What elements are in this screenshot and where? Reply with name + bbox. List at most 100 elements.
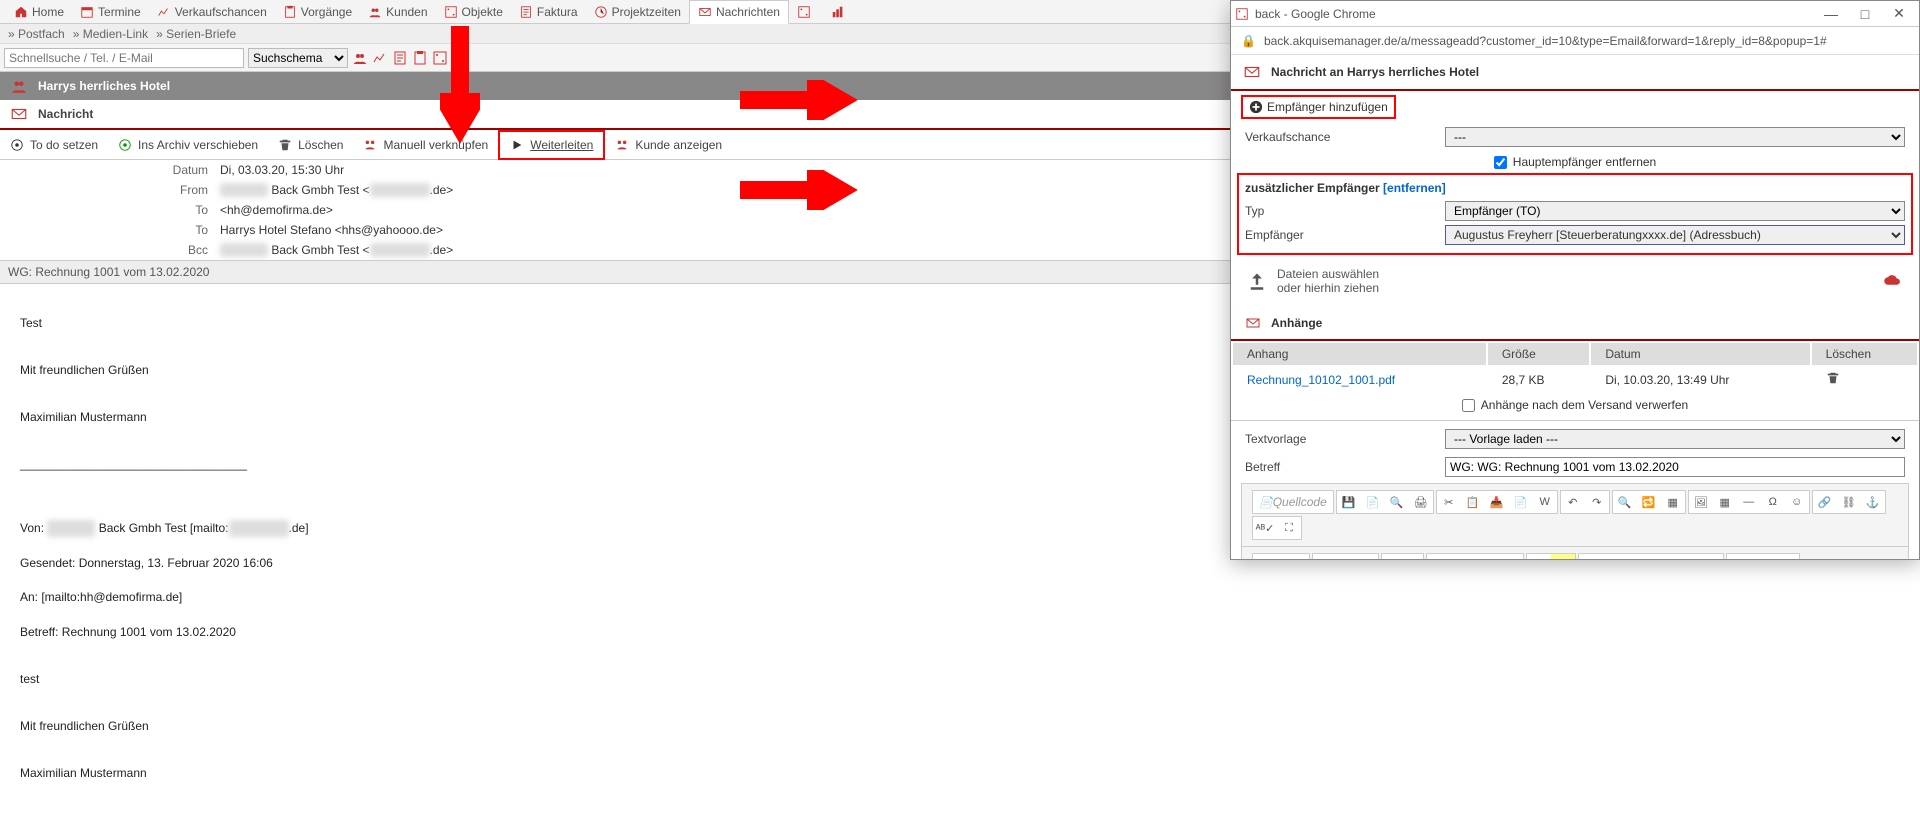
mail-icon [698, 5, 712, 19]
btn-archive[interactable]: Ins Archiv verschieben [108, 130, 268, 160]
editor-italic-icon[interactable]: I [1603, 554, 1627, 559]
toolbar-icon-1[interactable] [352, 50, 368, 66]
editor-cut-icon[interactable]: ✂ [1437, 491, 1461, 513]
opportunity-select[interactable]: --- [1445, 127, 1905, 147]
editor-find-icon[interactable]: 🔍 [1613, 491, 1637, 513]
upload-icon [1247, 271, 1267, 291]
editor-textcolor-icon[interactable]: A▾ [1527, 554, 1551, 559]
toolbar-icon-3[interactable] [392, 50, 408, 66]
meta-to-label-2: To [0, 223, 220, 237]
cloud-icon[interactable] [1883, 271, 1903, 291]
popup-titlebar: back - Google Chrome — □ ✕ [1231, 1, 1919, 27]
editor-link-icon[interactable]: 🔗 [1813, 491, 1837, 513]
window-minimize[interactable]: — [1815, 3, 1847, 25]
editor-special-icon[interactable]: Ω [1761, 491, 1785, 513]
compose-popup: back - Google Chrome — □ ✕ 🔒 back.akquis… [1230, 0, 1920, 560]
editor-underline-icon[interactable]: U [1627, 554, 1651, 559]
discard-attachments-checkbox[interactable] [1462, 399, 1475, 412]
editor-replace-icon[interactable]: 🔁 [1637, 491, 1661, 513]
editor-copy-icon[interactable]: 📋 [1461, 491, 1485, 513]
type-select[interactable]: Empfänger (TO) [1445, 201, 1905, 221]
editor-unlink-icon[interactable]: ⛓ [1837, 491, 1861, 513]
editor-toolbar-2: Format ▾ Schriftart ▾ Gr... ▾ ≡ ≡ ≡ ≡ A▾… [1241, 546, 1909, 559]
chart-icon [157, 5, 171, 19]
editor-ul-icon[interactable]: •≡ [1751, 554, 1775, 559]
editor-ol-icon[interactable]: 1≡ [1727, 554, 1751, 559]
nav-nachrichten[interactable]: Nachrichten [689, 0, 789, 24]
crumb-postfach[interactable]: » Postfach [8, 27, 65, 41]
editor-hr-icon[interactable]: — [1737, 491, 1761, 513]
editor-align-justify-icon[interactable]: ≡ [1499, 554, 1523, 559]
quicksearch-input[interactable] [4, 48, 244, 68]
editor-undo-icon[interactable]: ↶ [1561, 491, 1585, 513]
editor-spell-icon[interactable]: ᴬᴮ✓ [1253, 517, 1277, 539]
editor-newpage-icon[interactable]: 📄 [1361, 491, 1385, 513]
editor-align-center-icon[interactable]: ≡ [1451, 554, 1475, 559]
toolbar-icon-2[interactable] [372, 50, 388, 66]
extra-recipient-remove-link[interactable]: [entfernen] [1383, 181, 1446, 195]
attachment-file-link[interactable]: Rechnung_10102_1001.pdf [1247, 373, 1395, 387]
editor-format-select[interactable]: Format ▾ [1253, 554, 1309, 559]
editor-align-right-icon[interactable]: ≡ [1475, 554, 1499, 559]
nav-vorgaenge[interactable]: Vorgänge [275, 0, 360, 24]
nav-extra2[interactable] [823, 0, 857, 24]
editor-save-icon[interactable]: 💾 [1337, 491, 1361, 513]
editor-font-select[interactable]: Schriftart ▾ [1313, 554, 1379, 559]
nav-verkaufschancen[interactable]: Verkaufschancen [149, 0, 275, 24]
template-select[interactable]: --- Vorlage laden --- [1445, 429, 1905, 449]
nav-termine[interactable]: Termine [72, 0, 149, 24]
extra-recipient-block: zusätzlicher Empfänger [entfernen] Typ E… [1237, 173, 1913, 255]
popup-title: back - Google Chrome [1255, 7, 1376, 21]
btn-link[interactable]: Manuell verknüpfen [353, 130, 498, 160]
btn-todo[interactable]: To do setzen [0, 130, 108, 160]
editor-size-select[interactable]: Gr... ▾ [1382, 554, 1422, 559]
editor-selectall-icon[interactable]: ▦ [1661, 491, 1685, 513]
editor-source-button[interactable]: 📄 Quellcode [1253, 491, 1333, 513]
file-dropzone[interactable]: Dateien auswählen oder hierhin ziehen [1231, 255, 1919, 307]
editor-image-icon[interactable]: 🖼 [1689, 491, 1713, 513]
editor-bold-icon[interactable]: B [1579, 554, 1603, 559]
nav-home[interactable]: Home [6, 0, 72, 24]
body-line: Maximilian Mustermann [20, 765, 1900, 782]
btn-label: Kunde anzeigen [635, 138, 722, 152]
editor-redo-icon[interactable]: ↷ [1585, 491, 1609, 513]
remove-main-recipient-checkbox[interactable] [1494, 156, 1507, 169]
editor-smiley-icon[interactable]: ☺ [1785, 491, 1809, 513]
recipient-select[interactable]: Augustus Freyherr [Steuerberatungxxxx.de… [1445, 225, 1905, 245]
editor-anchor-icon[interactable]: ⚓ [1861, 491, 1885, 513]
editor-paste-text-icon[interactable]: 📄 [1509, 491, 1533, 513]
editor-preview-icon[interactable]: 🔍 [1385, 491, 1409, 513]
btn-show-customer[interactable]: Kunde anzeigen [605, 130, 732, 160]
editor-paste-word-icon[interactable]: W [1533, 491, 1557, 513]
nav-projektzeiten[interactable]: Projektzeiten [586, 0, 689, 24]
editor-sub-icon[interactable]: x₂ [1675, 554, 1699, 559]
crumb-medienlink[interactable]: » Medien-Link [73, 27, 148, 41]
window-maximize[interactable]: □ [1849, 3, 1881, 25]
toolbar-icon-5[interactable] [432, 50, 448, 66]
editor-maximize-icon[interactable]: ⛶ [1277, 517, 1301, 539]
people-icon [10, 77, 28, 95]
add-recipient-button[interactable]: Empfänger hinzufügen [1241, 95, 1396, 119]
editor-sup-icon[interactable]: x² [1699, 554, 1723, 559]
toolbar-icon-4[interactable] [412, 50, 428, 66]
nav-objekte[interactable]: Objekte [436, 0, 511, 24]
crumb-serienbriefe[interactable]: » Serien-Briefe [156, 27, 236, 41]
nav-kunden[interactable]: Kunden [360, 0, 435, 24]
schema-select[interactable]: Suchschema [248, 48, 348, 68]
window-close[interactable]: ✕ [1883, 3, 1915, 25]
btn-forward[interactable]: Weiterleiten [498, 130, 605, 160]
nav-faktura[interactable]: Faktura [511, 0, 586, 24]
editor-align-left-icon[interactable]: ≡ [1427, 554, 1451, 559]
compose-title: Nachricht an Harrys herrliches Hotel [1271, 65, 1479, 79]
editor-quote-icon[interactable]: ❝ [1775, 554, 1799, 559]
nav-extra1[interactable] [789, 0, 823, 24]
editor-print-icon[interactable]: 🖨 [1409, 491, 1433, 513]
editor-bgcolor-icon[interactable]: A▾ [1551, 554, 1575, 559]
editor-paste-icon[interactable]: 📥 [1485, 491, 1509, 513]
editor-table-icon[interactable]: ▦ [1713, 491, 1737, 513]
editor-strike-icon[interactable]: abc [1651, 554, 1675, 559]
subject-input[interactable] [1445, 457, 1905, 477]
delete-attachment-icon[interactable] [1826, 371, 1840, 385]
btn-delete[interactable]: Löschen [268, 130, 353, 160]
calendar-icon [80, 5, 94, 19]
